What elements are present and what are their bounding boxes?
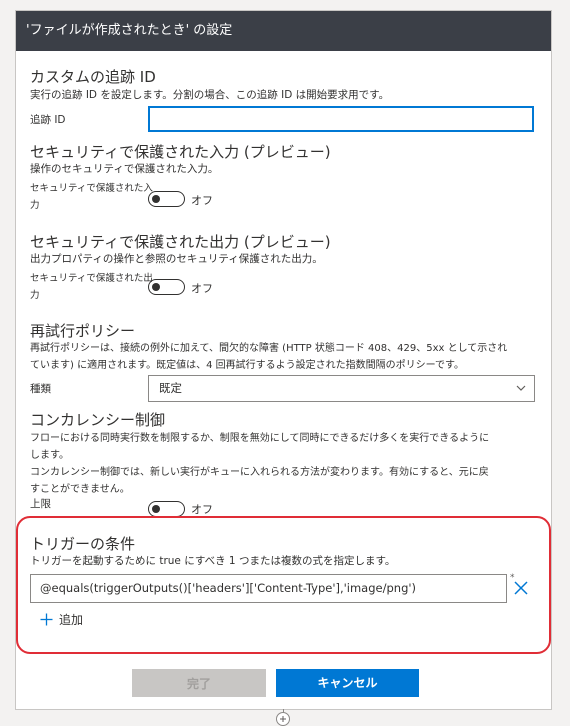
retry-description: 再試行ポリシーは、接続の例外に加えて、間欠的な障害 (HTTP 状態コード 40… [30, 340, 507, 374]
add-condition-label: 追加 [59, 613, 84, 627]
add-condition-button[interactable]: 追加 [40, 611, 83, 628]
secure-input-toggle[interactable] [148, 191, 185, 207]
retry-description-line1: 再試行ポリシーは、接続の例外に加えて、間欠的な障害 (HTTP 状態コード 40… [30, 343, 508, 354]
settings-panel: 'ファイルが作成されたとき' の設定 カスタムの追跡 ID 実行の追跡 ID を… [15, 10, 552, 710]
tracking-id-input[interactable] [148, 106, 534, 132]
concurrency-toggle[interactable] [148, 501, 185, 517]
secure-input-description: 操作のセキュリティで保護された入力。 [30, 163, 219, 175]
retry-section-title: 再試行ポリシー [30, 322, 136, 340]
dialog-title: 'ファイルが作成されたとき' の設定 [26, 23, 233, 38]
concurrency-description-line3: コンカレンシー制御では、新しい実行がキューに入れられる方法が変わります。有効にす… [30, 467, 489, 478]
toggle-knob [152, 504, 160, 513]
retry-type-value: 既定 [159, 381, 182, 395]
secure-output-label: セキュリティで保護された出 力 [30, 270, 153, 304]
concurrency-description: フローにおける同時実行数を制限するか、制限を無効にして同時にできるだけ多くを実行… [30, 430, 489, 498]
trigger-section-title: トリガーの条件 [30, 535, 136, 553]
tracking-id-label: 追跡 ID [30, 114, 66, 126]
secure-output-toggle[interactable] [148, 279, 185, 295]
tracking-description: 実行の追跡 ID を設定します。分割の場合、この追跡 ID は開始要求用です。 [30, 89, 390, 101]
retry-description-line2: ています) に適用されます。既定値は、4 回再試行するよう設定された指数間隔のポ… [30, 360, 465, 371]
concurrency-description-line4: すことができません。 [30, 484, 130, 495]
toggle-knob [152, 282, 160, 291]
secure-output-label-line1: セキュリティで保護された出 [30, 273, 153, 284]
trigger-condition-input[interactable]: @equals(triggerOutputs()['headers']['Con… [30, 574, 507, 603]
concurrency-description-line2: します。 [30, 450, 69, 461]
concurrency-limit-label: 上限 [30, 498, 51, 510]
cancel-button[interactable]: キャンセル [276, 669, 419, 697]
secure-input-section-title: セキュリティで保護された入力 (プレビュー) [30, 143, 331, 161]
secure-input-label: セキュリティで保護された入 力 [30, 180, 153, 214]
toggle-knob [152, 194, 160, 203]
done-button[interactable]: 完了 [132, 669, 266, 697]
concurrency-section-title: コンカレンシー制御 [30, 411, 166, 429]
retry-type-label: 種類 [30, 383, 51, 395]
chevron-down-icon [516, 385, 526, 391]
secure-input-toggle-state: オフ [191, 194, 213, 207]
plus-circle-icon[interactable] [276, 712, 290, 726]
secure-output-toggle-state: オフ [191, 282, 213, 295]
connector-plus-glyph [280, 716, 286, 722]
dialog-header: 'ファイルが作成されたとき' の設定 [16, 11, 551, 51]
tracking-section-title: カスタムの追跡 ID [30, 68, 156, 86]
secure-input-label-line2: 力 [30, 200, 40, 211]
secure-output-label-line2: 力 [30, 290, 40, 301]
plus-icon [40, 613, 53, 626]
concurrency-description-line1: フローにおける同時実行数を制限するか、制限を無効にして同時にできるだけ多くを実行… [30, 433, 490, 444]
close-icon[interactable] [514, 581, 528, 595]
secure-input-label-line1: セキュリティで保護された入 [30, 183, 153, 194]
secure-output-section-title: セキュリティで保護された出力 (プレビュー) [30, 233, 331, 251]
trigger-description: トリガーを起動するために true にすべき 1 つまたは複数の式を指定します。 [30, 555, 396, 567]
concurrency-toggle-state: オフ [191, 503, 213, 516]
secure-output-description: 出力プロパティの操作と参照のセキュリティ保護された出力。 [30, 253, 323, 265]
retry-type-select[interactable]: 既定 [148, 375, 535, 402]
